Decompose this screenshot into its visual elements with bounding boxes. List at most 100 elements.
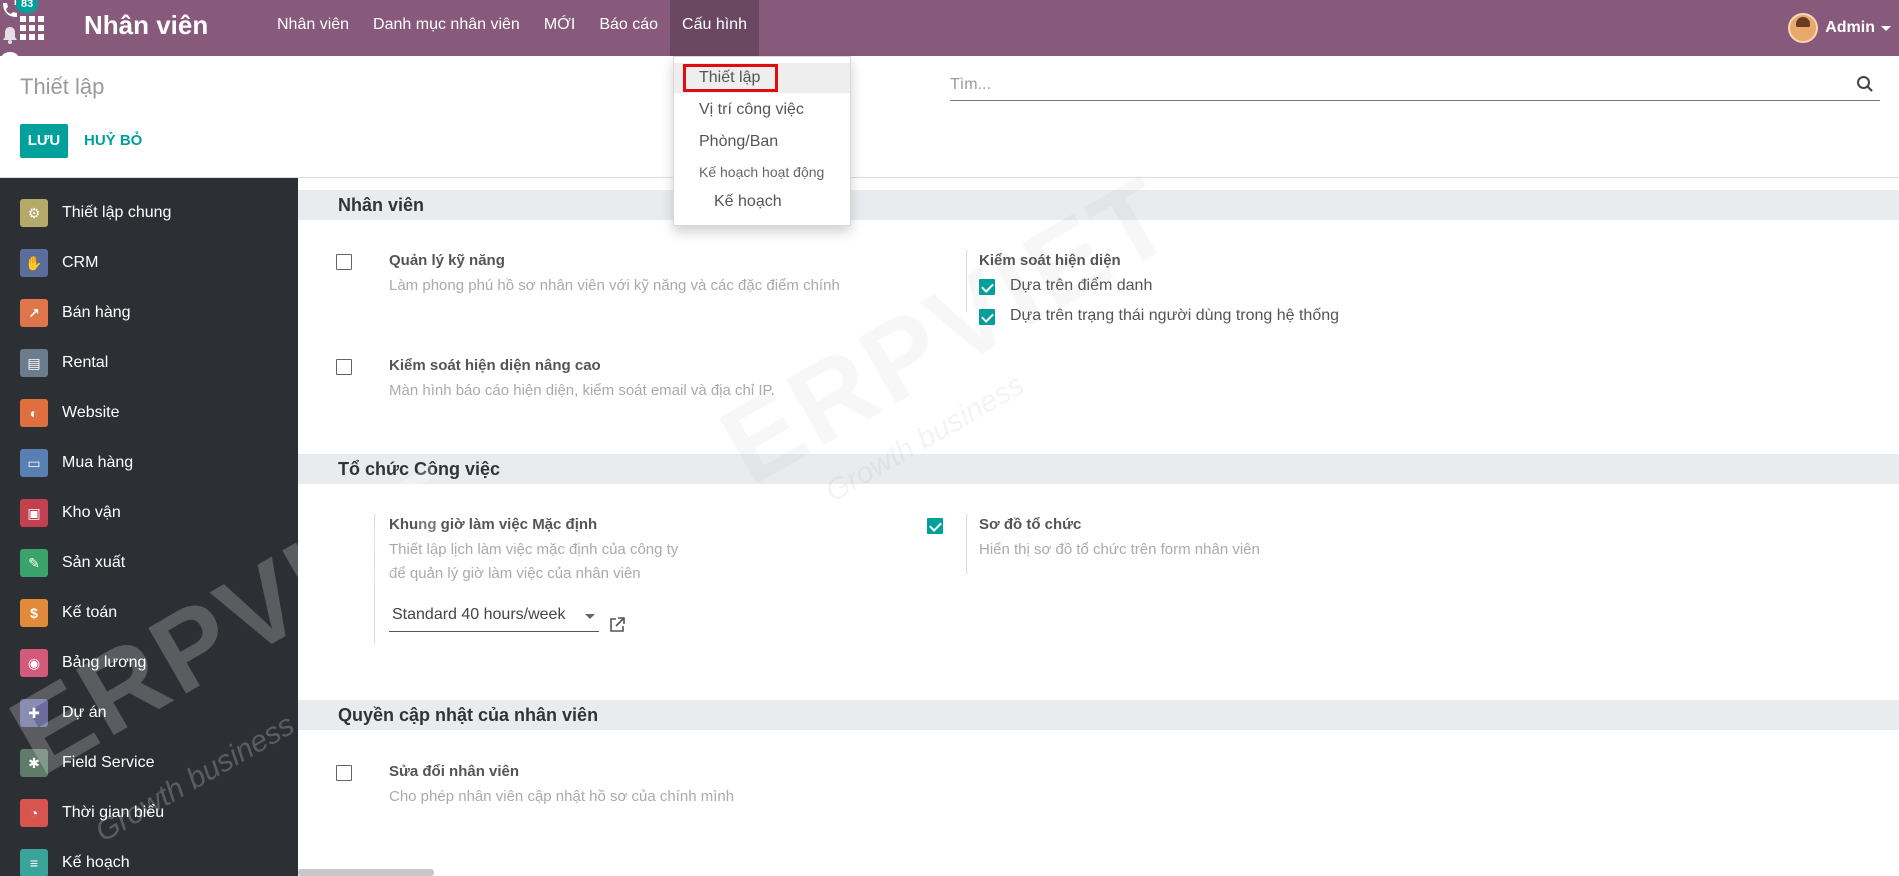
sidebar-item-label: Field Service [62, 754, 155, 771]
search-input[interactable] [950, 74, 1810, 96]
divider [966, 250, 967, 312]
menu-employees[interactable]: Nhân viên [265, 0, 361, 56]
handshake-icon: ✋ [20, 249, 48, 277]
presence-title: Kiểm soát hiện diện [979, 252, 1121, 269]
external-link-icon[interactable] [608, 616, 626, 634]
horizontal-scrollbar[interactable] [298, 869, 434, 876]
menu-reporting[interactable]: Báo cáo [587, 0, 670, 56]
skills-desc: Làm phong phú hồ sơ nhân viên với kỹ năn… [389, 277, 840, 294]
sidebar-item-label: Kế toán [62, 604, 118, 621]
sidebar-item-label: Mua hàng [62, 454, 134, 471]
activity-count-badge: 83 [16, 0, 39, 13]
divider [374, 514, 375, 644]
sidebar-item[interactable]: ≡ Kế hoạch [0, 838, 298, 876]
search-icon[interactable] [1856, 75, 1874, 93]
sidebar-item[interactable]: ◐ Website [0, 388, 298, 438]
advanced-presence-checkbox[interactable] [336, 359, 352, 375]
sidebar-item[interactable]: ⚙ Thiết lập chung [0, 188, 298, 238]
sidebar-item-label: Kế hoạch [62, 854, 130, 871]
worker-icon: ✱ [20, 749, 48, 777]
sidebar-item-label: Thời gian biểu [62, 804, 165, 821]
working-hours-value: Standard 40 hours/week [392, 606, 566, 623]
sidebar-item[interactable]: ◔ Thời gian biểu [0, 788, 298, 838]
edit-employee-checkbox[interactable] [336, 765, 352, 781]
timer-icon: ◔ [20, 799, 48, 827]
settings-sidebar: ⚙ Thiết lập chung ✋ CRM ↗ Bán hàng ▤ Rental ◐ Web… [0, 178, 298, 876]
save-button[interactable]: LƯU [20, 124, 68, 158]
org-chart-title: Sơ đồ tổ chức [979, 516, 1082, 533]
sidebar-item-label: Sản xuất [62, 554, 126, 571]
gear-icon: ⚙ [20, 199, 48, 227]
advanced-presence-desc: Màn hình báo cáo hiện diện, kiểm soát em… [389, 382, 775, 399]
user-menu[interactable]: Admin [1788, 8, 1891, 48]
sidebar-item[interactable]: ▣ Kho vận [0, 488, 298, 538]
chevron-down-icon [1881, 25, 1891, 31]
user-name: Admin [1825, 19, 1875, 36]
working-hours-title: Khung giờ làm việc Mặc định [389, 516, 598, 533]
presence-attendance-checkbox[interactable] [979, 279, 995, 295]
section-title-employees: Nhân viên [298, 190, 1899, 220]
planning-icon: ≡ [20, 849, 48, 876]
globe-icon: ◐ [20, 399, 48, 427]
dropdown-section-activity-planning: Kế hoạch hoạt động [699, 164, 825, 180]
sidebar-item[interactable]: ▤ Rental [0, 338, 298, 388]
presence-login-label: Dựa trên trạng thái người dùng trong hệ … [1010, 307, 1340, 324]
top-navbar: Nhân viên Nhân viên Danh mục nhân viên M… [0, 0, 1899, 95]
dropdown-item-plans[interactable]: Kế hoạch [674, 187, 850, 217]
edit-employee-title: Sửa đổi nhân viên [389, 763, 520, 780]
sidebar-item[interactable]: ✱ Field Service [0, 738, 298, 788]
skills-title: Quản lý kỹ năng [389, 252, 505, 269]
sidebar-item[interactable]: ✎ Sản xuất [0, 538, 298, 588]
payroll-icon: ◉ [20, 649, 48, 677]
sidebar-item-label: Bán hàng [62, 304, 131, 321]
sidebar-item[interactable]: ✋ CRM [0, 238, 298, 288]
sidebar-item-label: CRM [62, 254, 99, 271]
main-menu: Nhân viên Danh mục nhân viên MỚI Báo cáo… [265, 0, 759, 56]
app-name[interactable]: Nhân viên [84, 10, 208, 41]
avatar [1788, 13, 1819, 43]
org-chart-desc: Hiển thị sơ đồ tổ chức trên form nhân vi… [979, 541, 1260, 558]
working-hours-desc-1: Thiết lập lịch làm việc mặc định của côn… [389, 541, 679, 558]
working-hours-select[interactable]: Standard 40 hours/week [389, 602, 599, 632]
box-icon: ▣ [20, 499, 48, 527]
dropdown-item-departments[interactable]: Phòng/Ban [674, 127, 850, 157]
sidebar-item-label: Dự án [62, 704, 107, 721]
sidebar-item-label: Thiết lập chung [62, 204, 172, 221]
sidebar-item[interactable]: ↗ Bán hàng [0, 288, 298, 338]
wrench-icon: ✎ [20, 549, 48, 577]
apps-menu-icon[interactable] [20, 16, 44, 40]
sidebar-item-label: Kho vận [62, 504, 121, 521]
section-title-work-organization: Tổ chức Công việc [298, 454, 1899, 484]
dropdown-item-job-positions[interactable]: Vị trí công việc [674, 95, 850, 125]
card-icon: ▭ [20, 449, 48, 477]
search-bar [950, 70, 1880, 101]
edit-employee-desc: Cho phép nhân viên cập nhật hồ sơ của ch… [389, 788, 735, 805]
skills-checkbox[interactable] [336, 254, 352, 270]
sidebar-item[interactable]: ◉ Bảng lương [0, 638, 298, 688]
presence-login-checkbox[interactable] [979, 309, 995, 325]
menu-employee-directory[interactable]: Danh mục nhân viên [361, 0, 532, 56]
sidebar-item-label: Website [62, 404, 120, 421]
puzzle-icon: ✚ [20, 699, 48, 727]
menu-new[interactable]: MỚI [532, 0, 588, 56]
advanced-presence-title: Kiểm soát hiện diện nâng cao [389, 357, 601, 374]
menu-configuration[interactable]: Cấu hình [670, 0, 759, 56]
divider [966, 514, 967, 574]
working-hours-desc-2: để quản lý giờ làm việc của nhân viên [389, 565, 641, 582]
rental-icon: ▤ [20, 349, 48, 377]
highlight-box [683, 64, 778, 92]
section-title-update-rights: Quyền cập nhật của nhân viên [298, 700, 1899, 730]
configuration-dropdown: Thiết lập Vị trí công việc Phòng/Ban Kế … [673, 56, 851, 226]
sidebar-item-label: Rental [62, 354, 109, 371]
discard-button[interactable]: HUỶ BỎ [84, 124, 142, 158]
sidebar-item-label: Bảng lương [62, 654, 147, 671]
sidebar-item[interactable]: ✚ Dự án [0, 688, 298, 738]
settings-content: Nhân viên Quản lý kỹ năng Làm phong phú … [298, 178, 1899, 876]
sidebar-item[interactable]: ▭ Mua hàng [0, 438, 298, 488]
presence-attendance-label: Dựa trên điểm danh [1010, 277, 1153, 294]
page-title: Thiết lập [20, 74, 105, 99]
org-chart-checkbox[interactable] [927, 518, 943, 534]
sidebar-item[interactable]: $ Kế toán [0, 588, 298, 638]
chart-icon: ↗ [20, 299, 48, 327]
invoice-icon: $ [20, 599, 48, 627]
